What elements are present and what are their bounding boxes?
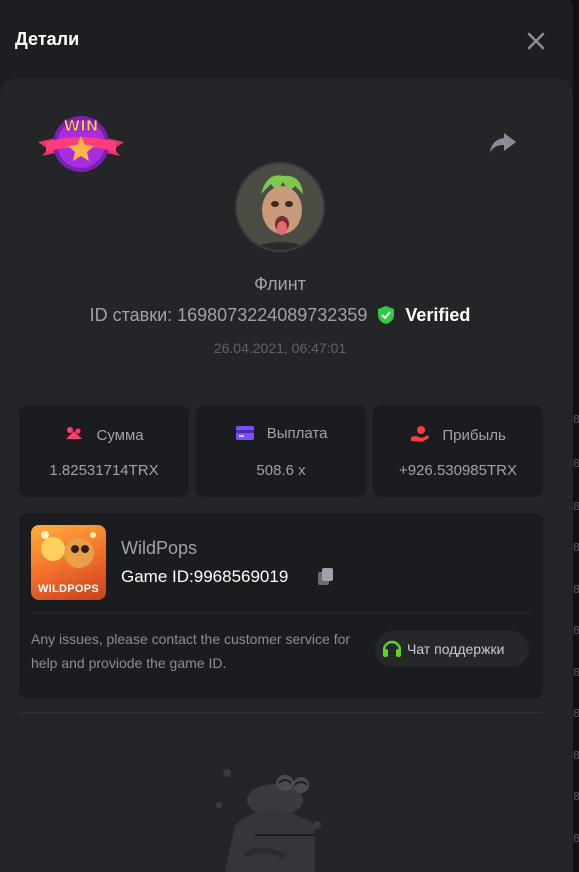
copy-icon — [318, 568, 333, 585]
game-id-value: 9968569019 — [193, 567, 289, 586]
game-id-row: Game ID:9968569019 — [121, 567, 288, 587]
support-chat-button[interactable]: Чат поддержки — [375, 631, 529, 667]
side-digit: 8 — [573, 624, 579, 637]
stat-payout-value: 508.6 x — [256, 462, 306, 479]
copy-game-id-button[interactable] — [316, 567, 336, 587]
side-digit: 8 — [573, 666, 579, 679]
stat-amount: Сумма 1.82531714TRX — [19, 405, 189, 497]
stat-amount-value: 1.82531714TRX — [49, 462, 159, 479]
stat-profit: Прибыль +926.530985TRX — [373, 405, 543, 497]
bet-id-label: ID ставки: — [89, 305, 173, 325]
share-button[interactable] — [488, 130, 518, 156]
side-digit: 8 — [573, 457, 579, 470]
game-info-card: WILDPOPS WildPops Game ID:9968569019 Any… — [19, 513, 543, 699]
support-chat-label: Чат поддержки — [407, 641, 505, 657]
side-digit: 8 — [573, 707, 579, 720]
side-digit: 8 — [573, 500, 579, 513]
divider — [19, 712, 543, 713]
verified-label: Verified — [405, 305, 471, 325]
bet-id-row: ID ставки: 1698073224089732359 Verified — [0, 305, 560, 326]
wallet-icon — [235, 426, 254, 440]
bet-datetime: 26.04.2021, 06:47:01 — [213, 340, 347, 356]
avatar — [235, 162, 325, 252]
side-digit: 8 — [573, 413, 579, 426]
side-digit: 8 — [573, 790, 579, 803]
modal-title: Детали — [15, 29, 80, 49]
headset-icon — [382, 640, 402, 657]
side-digit: 8 — [573, 832, 579, 845]
modal-header: Детали — [0, 0, 573, 78]
svg-text:WIN: WIN — [64, 117, 99, 135]
wildpops-character-icon — [41, 531, 96, 568]
side-digit: 8 — [573, 583, 579, 596]
stat-amount-header: Сумма — [19, 425, 189, 444]
stat-payout-header: Выплата — [196, 425, 366, 442]
bet-details-modal: Детали WIN Флинт ID ставки: 169807322408… — [0, 0, 573, 872]
game-id-label: Game ID: — [121, 567, 194, 586]
stat-payout-label: Выплата — [266, 425, 328, 442]
coins-icon — [66, 427, 83, 439]
stat-profit-value: +926.530985TRX — [398, 462, 517, 479]
username: Флинт — [254, 274, 306, 294]
stat-profit-header: Прибыль — [373, 425, 543, 444]
verified-shield-icon — [378, 306, 395, 324]
stat-amount-label: Сумма — [96, 427, 144, 444]
win-badge-icon: WIN — [36, 112, 126, 176]
stat-profit-label: Прибыль — [442, 427, 506, 444]
crocodile-mascot-icon — [205, 765, 335, 872]
stat-payout: Выплата 508.6 x — [196, 405, 366, 497]
game-thumbnail-label: WILDPOPS — [37, 583, 100, 595]
close-icon — [527, 32, 545, 50]
side-digit: 8 — [573, 541, 579, 554]
profit-hand-icon — [411, 426, 430, 442]
game-name: WildPops — [121, 538, 198, 558]
game-thumbnail[interactable]: WILDPOPS — [31, 525, 106, 600]
bet-id-value: 1698073224089732359 — [177, 305, 368, 325]
share-arrow-icon — [490, 133, 516, 153]
help-text: Any issues, please contact the customer … — [31, 631, 351, 671]
divider — [31, 613, 531, 614]
close-button[interactable] — [525, 30, 547, 52]
side-digit: 8 — [573, 749, 579, 762]
